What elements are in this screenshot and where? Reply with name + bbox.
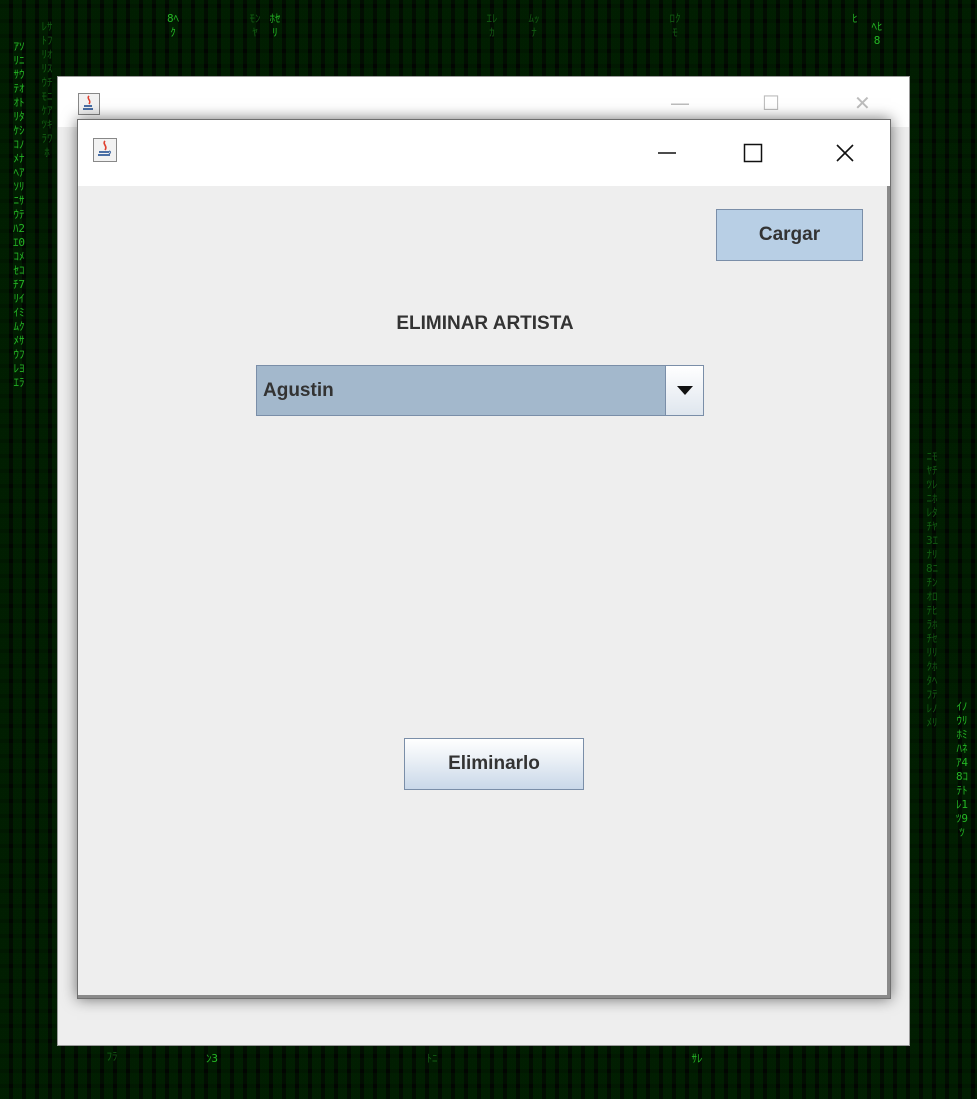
matrix-column: ﾑｯﾅ	[528, 12, 540, 39]
artist-select[interactable]: Agustin	[256, 365, 704, 416]
window-title-bar	[78, 120, 890, 186]
matrix-column: ｻﾚ	[691, 1052, 703, 1065]
close-icon[interactable]: ✕	[854, 91, 871, 115]
close-icon	[836, 144, 854, 162]
minimize-icon	[658, 152, 676, 154]
artist-select-value: Agustin	[263, 380, 334, 401]
matrix-column: ｲﾉｳﾘﾎﾐﾊﾈｱ48ｺﾃﾄﾚ1ﾂ9ﾂ	[955, 700, 969, 839]
page-title: ELIMINAR ARTISTA	[396, 313, 574, 334]
triangle-down-icon	[676, 385, 693, 395]
java-cup-icon	[93, 138, 117, 162]
matrix-column: ﾛｸﾓ	[669, 12, 681, 39]
maximize-button[interactable]	[730, 130, 776, 176]
maximize-icon[interactable]: ☐	[762, 91, 780, 115]
java-cup-icon	[78, 93, 100, 115]
eliminar-artista-window: Cargar ELIMINAR ARTISTA Agustin Eliminar…	[77, 119, 891, 999]
matrix-column: ﾌﾗ	[106, 1050, 118, 1063]
matrix-column: ﾄﾆ	[426, 1052, 438, 1065]
cargar-button[interactable]: Cargar	[716, 209, 863, 261]
matrix-column: ﾋ	[852, 12, 858, 25]
matrix-column: ﾝ3	[205, 1052, 219, 1065]
window-right-border	[887, 186, 890, 998]
maximize-icon	[743, 143, 763, 163]
matrix-column: ﾎｾﾘ	[269, 12, 281, 39]
close-button[interactable]	[822, 130, 868, 176]
matrix-column: 8ﾍｸ	[166, 12, 180, 39]
matrix-column: ﾆﾓﾔﾁﾂﾚﾆﾎﾚﾀﾁﾔ3ｴﾅﾘ8ﾆﾁﾝｵﾛﾃﾋﾗﾎﾁｾﾘﾘｸﾎﾀﾍﾌﾃﾚﾉﾒﾘ	[925, 450, 939, 729]
matrix-column: ｱｿﾘﾆｻｳﾃｵｵﾄﾘﾀｹｼｺﾉﾒﾅﾍｱｿﾘﾆｻｳﾃﾊ2ｴ0ｺﾒｾｺﾁ7ﾘｲｲﾐ…	[12, 40, 26, 389]
window-bottom-border	[78, 995, 890, 998]
minimize-button[interactable]	[644, 130, 690, 176]
matrix-column: ﾍﾋ8	[871, 20, 883, 47]
matrix-column: ﾚｻﾄﾌﾘｵﾘｽｳﾁﾓﾆｹｱﾂｷﾗﾜﾎ	[41, 20, 53, 159]
minimize-icon[interactable]: —	[670, 91, 690, 115]
matrix-column: ｴﾚｶ	[486, 12, 498, 39]
artist-select-arrow-button[interactable]	[665, 366, 703, 415]
eliminarlo-button[interactable]: Eliminarlo	[404, 738, 584, 790]
matrix-column: ﾓﾝﾔ	[249, 12, 261, 39]
